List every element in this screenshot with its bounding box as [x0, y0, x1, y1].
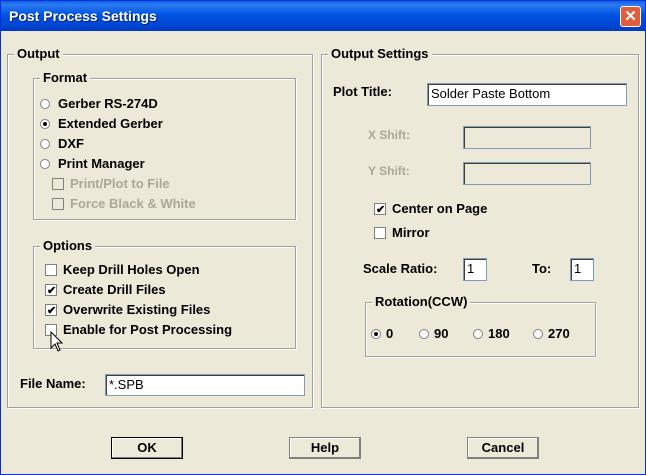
radio-indicator	[473, 329, 483, 339]
y-shift-input[interactable]	[463, 162, 591, 185]
radio-label: 0	[386, 326, 394, 341]
output-group: Output Format Gerber RS-274D Extended Ge…	[7, 46, 313, 408]
rotation-group: Rotation(CCW) 0 90 180 270	[365, 294, 596, 357]
checkbox-label: Center on Page	[392, 201, 488, 216]
radio-indicator	[40, 119, 50, 129]
scale-to-label: To:	[532, 261, 552, 276]
checkbox-indicator	[45, 282, 57, 300]
checkbox-indicator	[374, 227, 386, 239]
dialog-client-area: Output Format Gerber RS-274D Extended Ge…	[4, 31, 642, 472]
checkbox-indicator	[45, 302, 57, 320]
rotation-legend: Rotation(CCW)	[372, 294, 471, 309]
x-shift-input[interactable]	[463, 126, 591, 149]
output-settings-group: Output Settings Plot Title: Solder Paste…	[321, 46, 639, 408]
format-legend: Format	[40, 70, 91, 85]
options-legend: Options	[40, 238, 96, 253]
file-name-label: File Name:	[20, 376, 86, 391]
output-legend: Output	[14, 46, 63, 61]
checkbox-indicator	[374, 201, 386, 219]
scale-ratio-label: Scale Ratio:	[363, 261, 438, 276]
radio-label: DXF	[58, 136, 84, 151]
checkbox-label: Mirror	[392, 225, 430, 240]
help-button[interactable]: Help	[289, 437, 361, 459]
scale-to-input[interactable]: 1	[570, 258, 594, 281]
radio-label: Extended Gerber	[58, 116, 163, 131]
checkbox-label: Create Drill Files	[63, 282, 166, 297]
radio-indicator	[40, 159, 50, 169]
window-title: Post Process Settings	[9, 8, 157, 24]
radio-label: 270	[548, 326, 570, 341]
checkbox-label: Enable for Post Processing	[63, 322, 233, 337]
output-settings-legend: Output Settings	[328, 46, 432, 61]
plot-title-label: Plot Title:	[333, 84, 392, 99]
radio-indicator	[40, 99, 50, 109]
file-name-input[interactable]: *.SPB	[105, 374, 305, 396]
cancel-button[interactable]: Cancel	[467, 437, 539, 459]
checkbox-indicator	[45, 264, 57, 276]
radio-indicator	[40, 139, 50, 149]
radio-label: 180	[488, 326, 510, 341]
ok-button[interactable]: OK	[111, 437, 183, 459]
radio-indicator	[533, 329, 543, 339]
plot-title-input[interactable]: Solder Paste Bottom	[427, 83, 627, 106]
checkbox-indicator	[52, 198, 64, 210]
checkbox-label: Print/Plot to File	[70, 176, 170, 191]
radio-label: 90	[434, 326, 449, 341]
checkbox-indicator	[52, 178, 64, 190]
checkbox-label: Overwrite Existing Files	[63, 302, 211, 317]
radio-label: Print Manager	[58, 156, 145, 171]
radio-indicator	[419, 329, 429, 339]
radio-label: Gerber RS-274D	[58, 96, 158, 111]
x-shift-label: X Shift:	[368, 128, 410, 142]
checkbox-label: Keep Drill Holes Open	[63, 262, 200, 277]
mouse-pointer-icon	[50, 331, 64, 352]
title-bar[interactable]: Post Process Settings ✕	[1, 1, 645, 31]
scale-ratio-input[interactable]: 1	[463, 258, 487, 281]
y-shift-label: Y Shift:	[368, 164, 410, 178]
close-icon: ✕	[624, 8, 637, 25]
close-button[interactable]: ✕	[620, 6, 641, 27]
format-group: Format Gerber RS-274D Extended Gerber DX…	[33, 70, 296, 220]
radio-indicator	[371, 329, 381, 339]
post-process-settings-dialog: Post Process Settings ✕ Output Format Ge…	[0, 0, 646, 475]
options-group: Options Keep Drill Holes Open Create Dri…	[33, 238, 296, 349]
checkbox-label: Force Black & White	[70, 196, 196, 211]
